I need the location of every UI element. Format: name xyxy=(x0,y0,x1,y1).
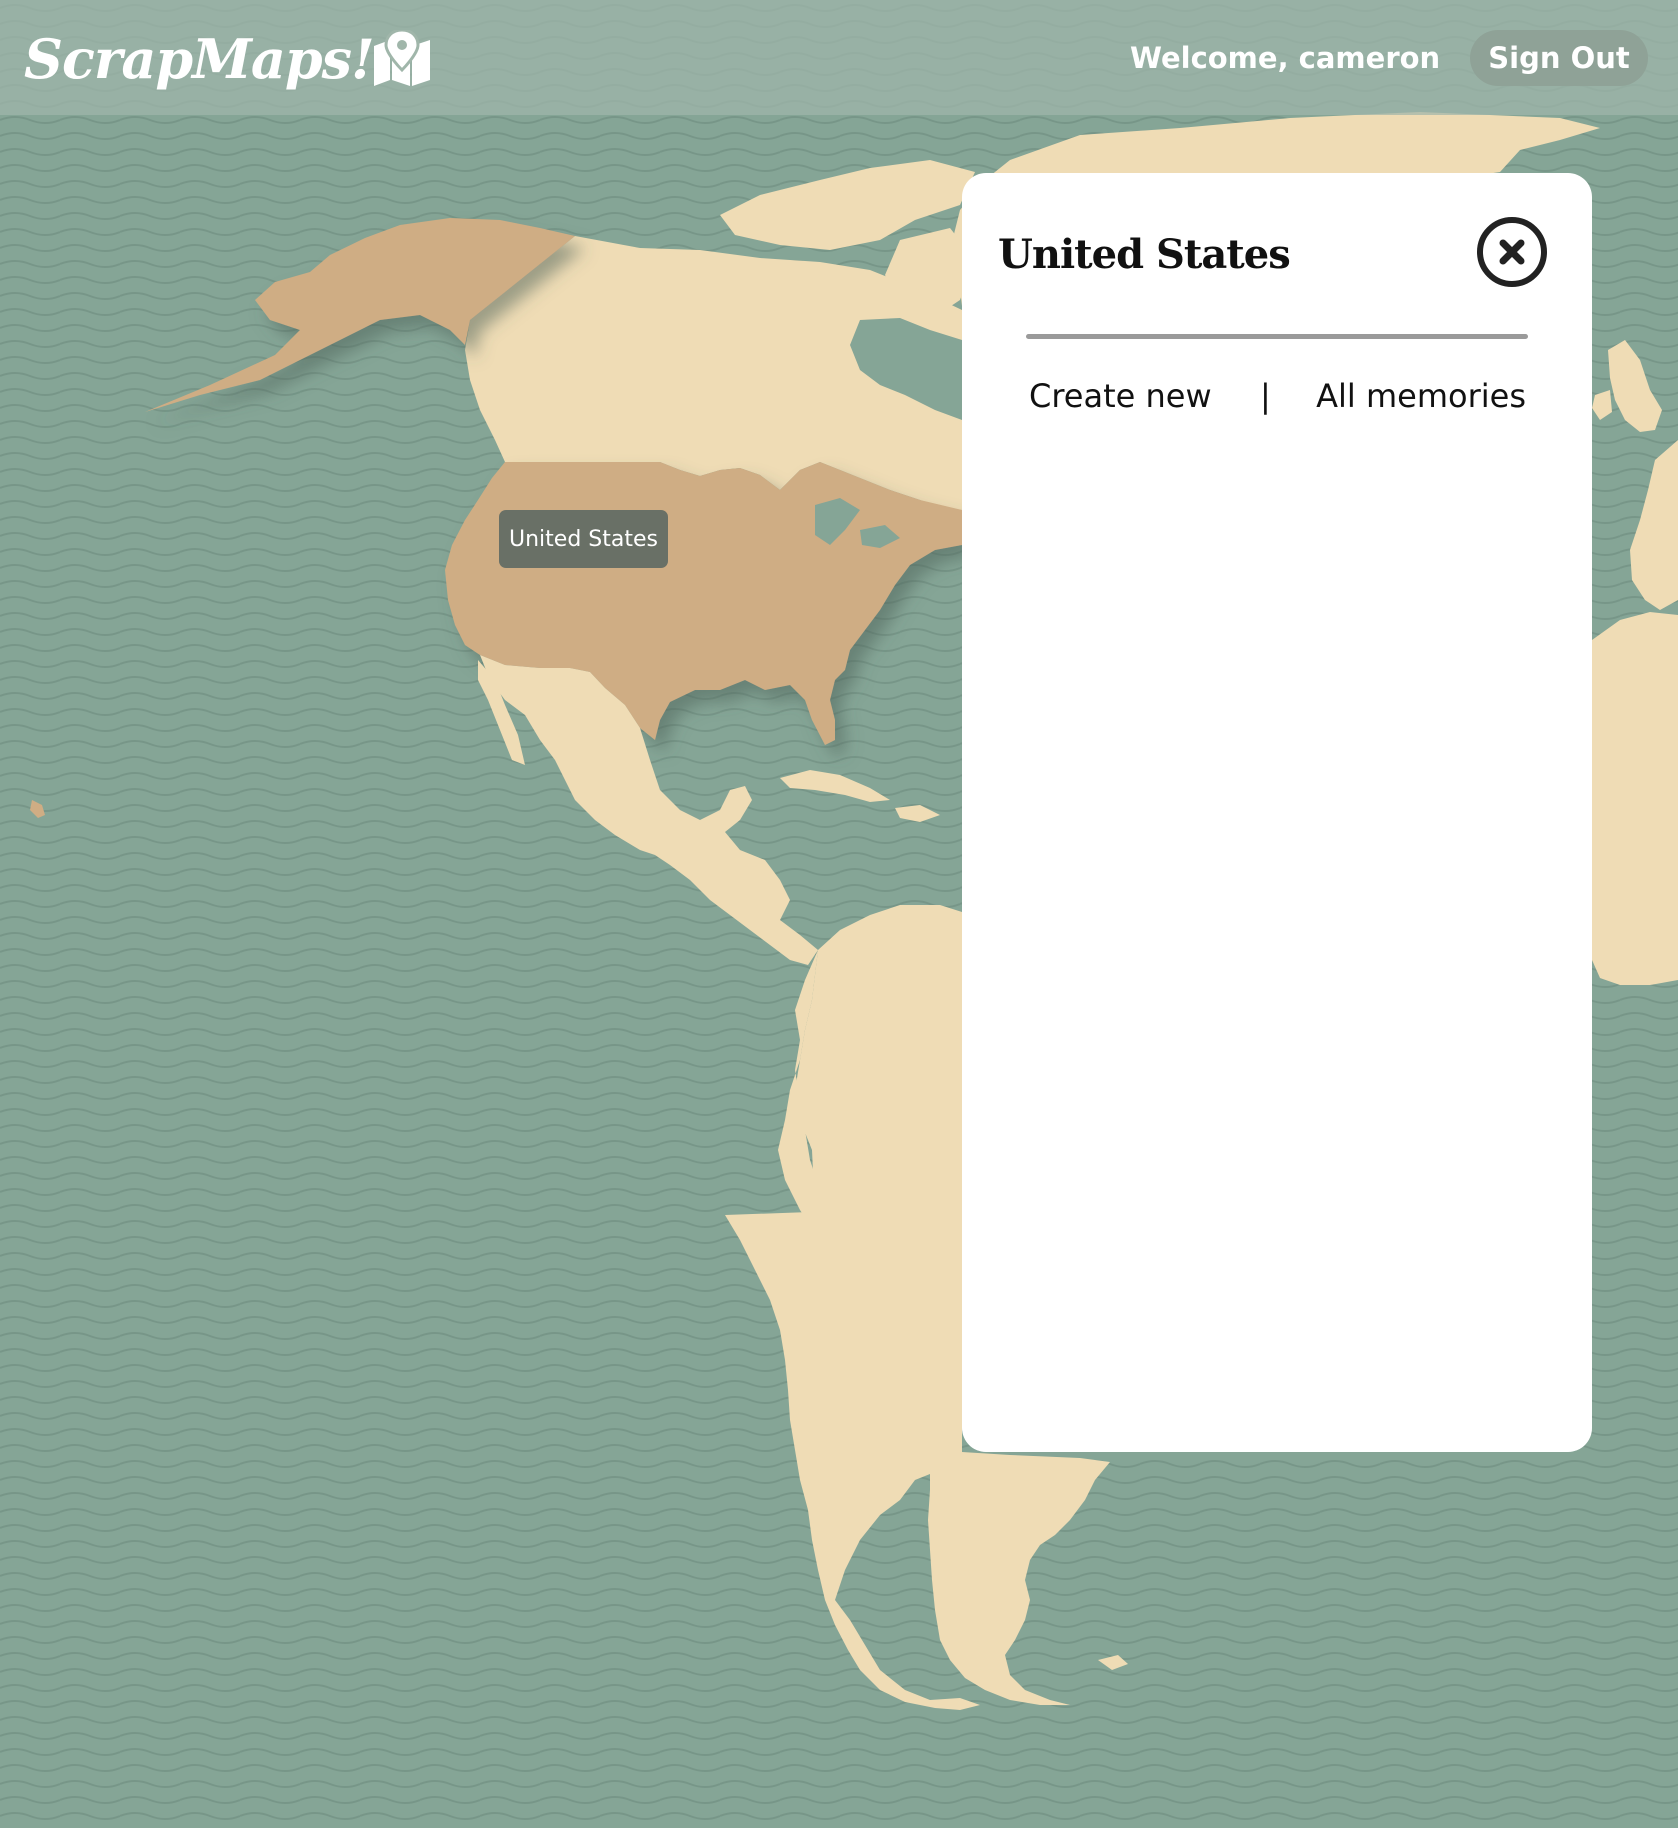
panel-tabs: Create new | All memories xyxy=(1026,371,1528,421)
top-header: ScrapMaps! Welcome, cameron Sign Out xyxy=(0,0,1678,115)
app-logo[interactable]: ScrapMaps! xyxy=(24,24,375,94)
country-panel: United States Create new | All memories xyxy=(962,173,1592,1452)
panel-divider xyxy=(1026,334,1528,339)
close-circle-icon[interactable] xyxy=(1476,216,1548,288)
tab-separator: | xyxy=(1260,377,1271,415)
map-pin-icon xyxy=(374,30,430,86)
tab-all-memories[interactable]: All memories xyxy=(1316,371,1526,421)
region-africa[interactable] xyxy=(1592,612,1678,985)
tab-create-new[interactable]: Create new xyxy=(1029,371,1212,421)
welcome-message: Welcome, cameron xyxy=(1130,41,1441,75)
sign-out-button[interactable]: Sign Out xyxy=(1470,30,1648,86)
panel-title: United States xyxy=(998,231,1291,278)
country-tooltip: United States xyxy=(499,510,668,568)
